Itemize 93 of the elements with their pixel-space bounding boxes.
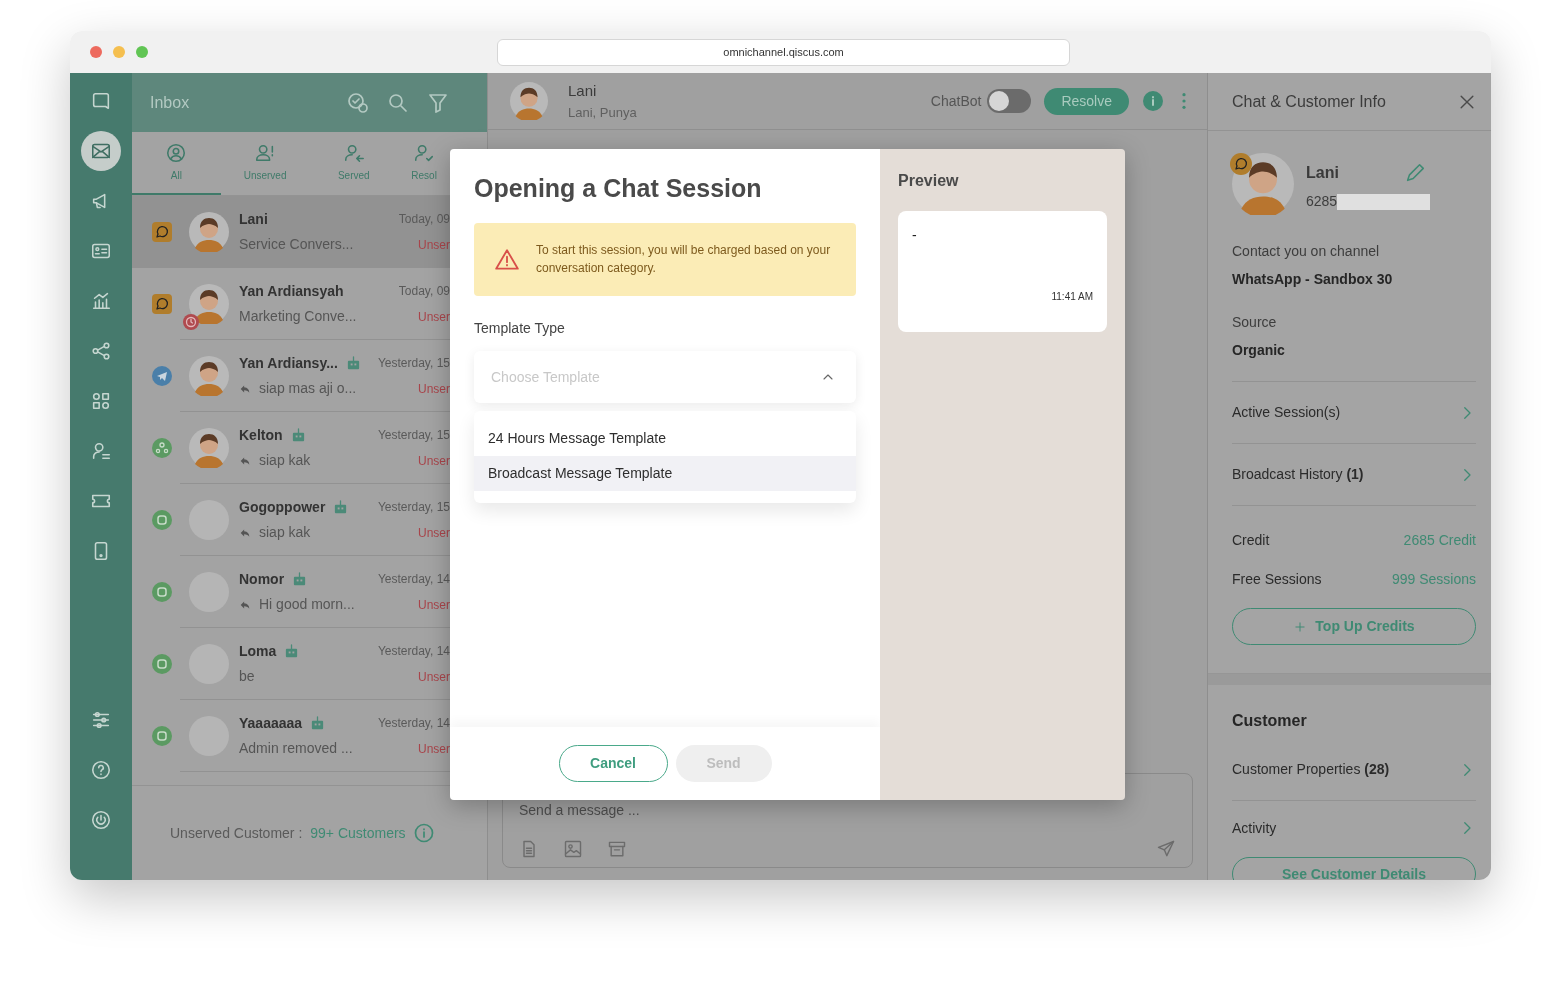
- message-time: 11:41 AM: [1051, 290, 1093, 304]
- status-label: Unser: [418, 237, 450, 254]
- status-label: Unser: [418, 381, 450, 398]
- status-label: Unser: [418, 597, 450, 614]
- contact-name: Gogoppower: [239, 498, 326, 517]
- warning-icon: [494, 246, 520, 273]
- timestamp: Yesterday, 14: [377, 643, 450, 660]
- info-link[interactable]: Activity: [1232, 801, 1476, 855]
- timestamp: Yesterday, 15: [377, 355, 450, 372]
- toggle-label: ChatBot: [930, 91, 982, 111]
- chat-check-icon[interactable]: [346, 90, 370, 115]
- field-value: WhatsApp - Sandbox 30: [1232, 270, 1394, 289]
- panel-title: Chat & Customer Info: [1232, 91, 1387, 112]
- info-icon[interactable]: [413, 823, 434, 843]
- timestamp: Yesterday, 15: [377, 427, 450, 444]
- panel-title: Inbox: [150, 92, 191, 113]
- stat-label: Credit: [1232, 531, 1270, 550]
- info-link[interactable]: Customer Properties (28): [1232, 739, 1476, 801]
- phone-bubble-icon: [1230, 153, 1252, 175]
- contact-name: Kelton: [239, 426, 283, 445]
- field-label: Template Type: [474, 319, 566, 338]
- timestamp: Yesterday, 15: [377, 499, 450, 516]
- send-icon[interactable]: [1156, 839, 1176, 859]
- dialog-title: Opening a Chat Session: [474, 173, 763, 203]
- help-icon: [90, 759, 112, 781]
- avatar: [1232, 153, 1294, 215]
- message-preview: siap mas aji o...: [259, 379, 357, 398]
- timestamp: Yesterday, 14: [377, 715, 450, 732]
- message-preview: siap kak: [259, 451, 311, 470]
- contact-name: Nomor: [239, 570, 285, 589]
- status-label: Unser: [418, 309, 450, 326]
- info-link[interactable]: Active Session(s): [1232, 382, 1476, 444]
- more-icon[interactable]: [1181, 92, 1187, 110]
- status-label: Unser: [418, 525, 450, 542]
- phone-number: 6285: [1306, 192, 1338, 211]
- section-title: Customer: [1232, 711, 1308, 731]
- timestamp: Today, 09: [398, 283, 450, 300]
- window-control-dot[interactable]: [90, 46, 102, 58]
- window-control-dot[interactable]: [136, 46, 148, 58]
- timestamp: Yesterday, 14: [377, 571, 450, 588]
- info-icon[interactable]: [1143, 91, 1163, 111]
- message-preview: Admin removed ...: [239, 739, 353, 758]
- user-list-icon: [90, 440, 112, 462]
- window-control-dot[interactable]: [113, 46, 125, 58]
- pencil-icon[interactable]: [1404, 162, 1426, 184]
- message-preview: siap kak: [259, 523, 311, 542]
- user-check-icon: [413, 142, 436, 164]
- chat-icon: [90, 90, 112, 112]
- stat-label: Free Sessions: [1232, 570, 1322, 589]
- field-label: Contact you on channel: [1232, 242, 1381, 261]
- message-preview: Marketing Conve...: [239, 307, 357, 326]
- contact-name: Yaaaaaaa: [239, 714, 303, 733]
- nav-button[interactable]: [81, 131, 121, 171]
- address-bar[interactable]: omnichannel.qiscus.com: [497, 38, 1070, 66]
- status-label: Unser: [418, 741, 450, 758]
- message-preview: Hi good morn...: [259, 595, 355, 614]
- footer-label: Unserved Customer :: [170, 823, 303, 843]
- message-text: -: [912, 226, 918, 245]
- contact-subtitle: Lani, Punya: [568, 103, 638, 122]
- contact-name: Loma: [239, 642, 277, 661]
- message-preview: be: [239, 667, 255, 686]
- apps-icon: [90, 390, 112, 412]
- stat-value: 2685 Credit: [1403, 531, 1476, 550]
- avatar: [510, 82, 548, 120]
- field-value: Organic: [1232, 341, 1286, 360]
- info-link[interactable]: Broadcast History (1): [1232, 444, 1476, 506]
- user-arrow-icon: [342, 142, 365, 164]
- status-label: Unser: [418, 669, 450, 686]
- warning-text: To start this session, you will be charged based on your conversation category.: [536, 242, 832, 277]
- stat-value: 999 Sessions: [1391, 570, 1476, 589]
- message-preview: Service Convers...: [239, 235, 354, 254]
- contact-name: Lani: [1306, 163, 1339, 183]
- power-icon: [90, 809, 112, 831]
- user-circle-icon: [165, 142, 188, 164]
- contact-name: Yan Ardiansyah: [239, 282, 344, 301]
- dropdown-option[interactable]: 24 Hours Message Template: [474, 421, 856, 456]
- contact-name: Lani: [239, 210, 268, 229]
- field-label: Source: [1232, 313, 1278, 332]
- chatbot-toggle[interactable]: [987, 89, 1032, 113]
- customer-count: 99+ Customers: [310, 823, 406, 843]
- plus-icon: [1293, 619, 1308, 634]
- contact-name: Yan Ardiansy...: [239, 354, 338, 373]
- contact-name: Lani: [568, 81, 598, 101]
- preview-title: Preview: [898, 171, 960, 191]
- image-icon[interactable]: [563, 839, 583, 859]
- status-label: Unser: [418, 453, 450, 470]
- dropdown-option[interactable]: Broadcast Message Template: [474, 456, 856, 491]
- share-icon: [90, 340, 112, 362]
- archive-icon[interactable]: [607, 839, 627, 859]
- bar-chart-icon: [90, 290, 112, 312]
- message-input[interactable]: Send a message ...: [519, 800, 819, 821]
- cancel-button[interactable]: Cancel: [558, 745, 668, 782]
- sliders-icon: [90, 709, 112, 731]
